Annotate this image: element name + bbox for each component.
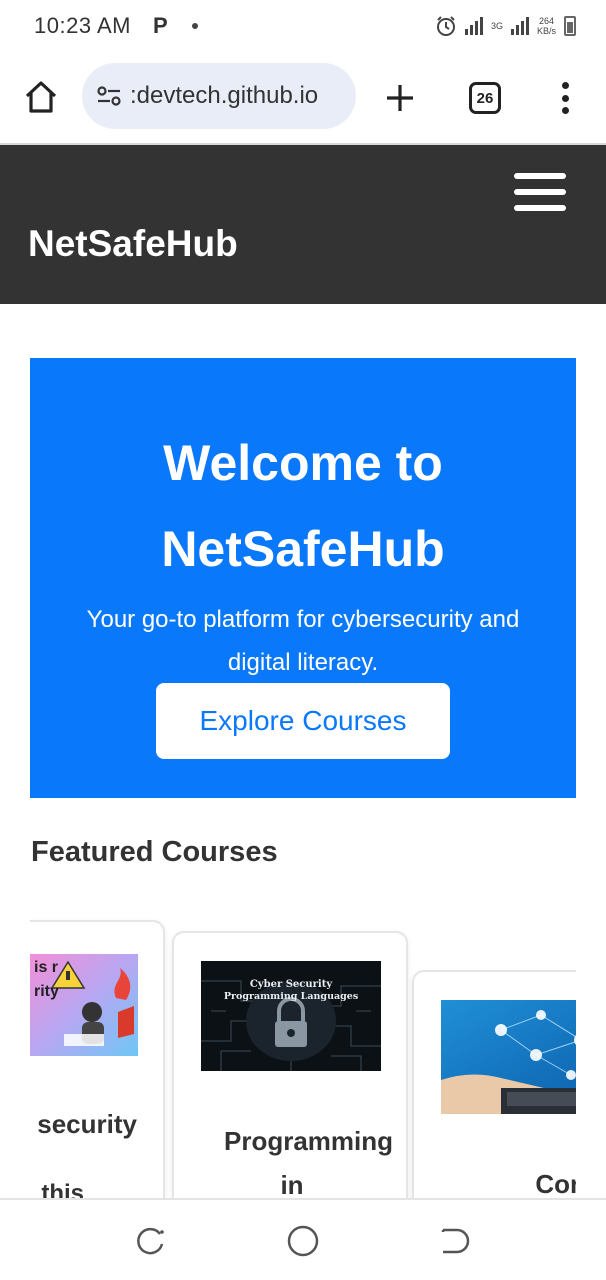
- course-title: security: [37, 1109, 137, 1139]
- thumbnail-caption-2: Programming Languages: [224, 991, 358, 1002]
- url-text[interactable]: :devtech.github.io: [130, 82, 318, 110]
- site-header: NetSafeHub: [0, 145, 606, 304]
- network-type: 3G: [490, 20, 503, 31]
- course-title: Programming in: [224, 1126, 394, 1200]
- hero-banner: Welcome to NetSafeHub Your go-to platfor…: [30, 358, 576, 798]
- address-bar[interactable]: :devtech.github.io: [82, 63, 356, 129]
- browser-menu-icon[interactable]: [556, 78, 574, 118]
- app-notification-icon: P: [152, 13, 168, 38]
- hamburger-menu-icon[interactable]: [514, 173, 566, 211]
- hero-title: Welcome to NetSafeHub: [161, 435, 445, 577]
- network-speed: 264 KB/s: [537, 16, 556, 36]
- site-logo[interactable]: NetSafeHub: [28, 223, 238, 265]
- alarm-icon: [436, 16, 455, 36]
- status-bar: 10:23 AM P 3G 264 KB/s: [0, 0, 606, 52]
- course-title: Compute: [535, 1169, 576, 1199]
- course-thumbnail: [441, 1000, 576, 1114]
- home-nav-icon[interactable]: [286, 1224, 320, 1258]
- explore-courses-button[interactable]: Explore Courses: [156, 683, 450, 759]
- course-card[interactable]: Compute: [412, 970, 576, 1200]
- signal-strength-2-icon: [510, 17, 529, 35]
- more-notifications-dot-icon: [191, 23, 198, 29]
- course-card[interactable]: is r rity security this: [30, 920, 165, 1200]
- network-speed-unit: KB/s: [536, 26, 556, 36]
- status-time: 10:23 AM: [34, 13, 131, 38]
- back-icon[interactable]: [437, 1224, 471, 1258]
- notification-icons: P: [153, 13, 198, 39]
- home-icon[interactable]: [22, 78, 60, 116]
- browser-toolbar: :devtech.github.io 26: [0, 60, 606, 136]
- battery-icon: [564, 16, 576, 36]
- network-speed-value: 264: [538, 16, 554, 26]
- new-tab-icon[interactable]: [382, 80, 418, 116]
- site-settings-icon[interactable]: [96, 85, 122, 107]
- system-status-icons: 3G 264 KB/s: [435, 15, 576, 37]
- recent-apps-icon[interactable]: [134, 1224, 168, 1258]
- signal-strength-icon: [464, 17, 483, 35]
- hero-subtitle: Your go-to platform for cybersecurity an…: [86, 606, 520, 676]
- courses-carousel[interactable]: is r rity security this Cyber Security P…: [30, 915, 576, 1200]
- course-card[interactable]: Cyber Security Programming Languages Pro…: [172, 931, 408, 1200]
- course-thumbnail: [30, 954, 138, 1056]
- course-thumbnail: Cyber Security Programming Languages: [201, 961, 381, 1071]
- tab-switcher-button[interactable]: 26: [469, 82, 501, 114]
- course-description: this: [41, 1180, 84, 1200]
- thumbnail-caption-1: Cyber Security: [250, 979, 334, 990]
- featured-courses-heading: Featured Courses: [31, 836, 278, 868]
- system-navigation-bar: [0, 1200, 606, 1280]
